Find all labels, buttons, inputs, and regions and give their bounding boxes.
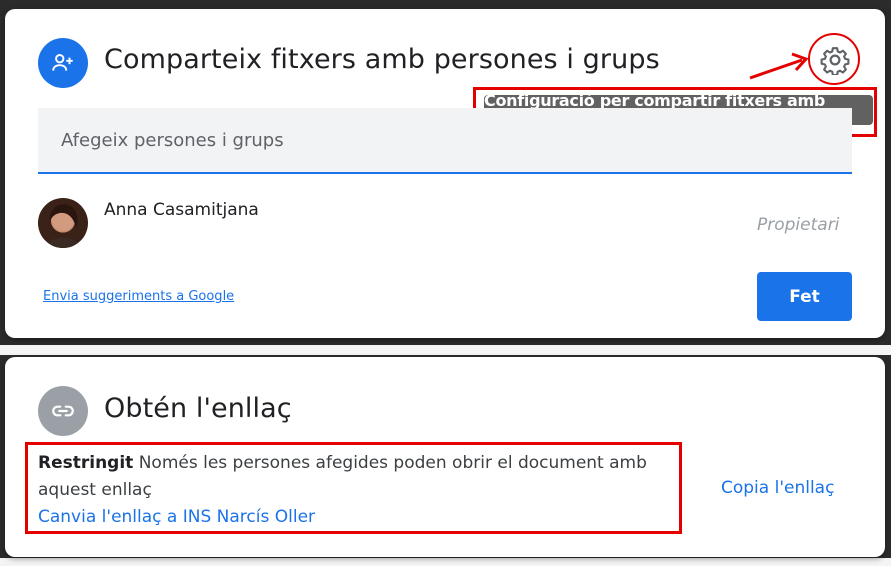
annotation-arrow: [749, 52, 809, 80]
done-button[interactable]: Fet: [757, 272, 852, 321]
person-role: Propietari: [757, 215, 840, 235]
copy-link-button[interactable]: Copia l'enllaç: [721, 478, 834, 498]
backdrop-strip: [0, 558, 891, 566]
add-person-icon: [38, 38, 88, 88]
avatar: [38, 198, 88, 248]
change-link-button[interactable]: Canvia l'enllaç a INS Narcís Oller: [38, 507, 315, 527]
access-level[interactable]: Restringit: [38, 453, 133, 473]
send-feedback-link[interactable]: Envia suggeriments a Google: [43, 289, 234, 304]
annotation-circle: [808, 33, 860, 85]
add-people-input[interactable]: [38, 108, 852, 172]
access-info: Restringit Només les persones afegides p…: [38, 450, 668, 504]
share-dialog-title: Comparteix fitxers amb persones i grups: [104, 44, 660, 75]
backdrop-strip: [0, 345, 891, 355]
person-name: Anna Casamitjana: [104, 200, 259, 220]
add-people-field[interactable]: [38, 108, 852, 174]
link-icon: [38, 386, 88, 436]
get-link-title: Obtén l'enllaç: [104, 393, 292, 424]
